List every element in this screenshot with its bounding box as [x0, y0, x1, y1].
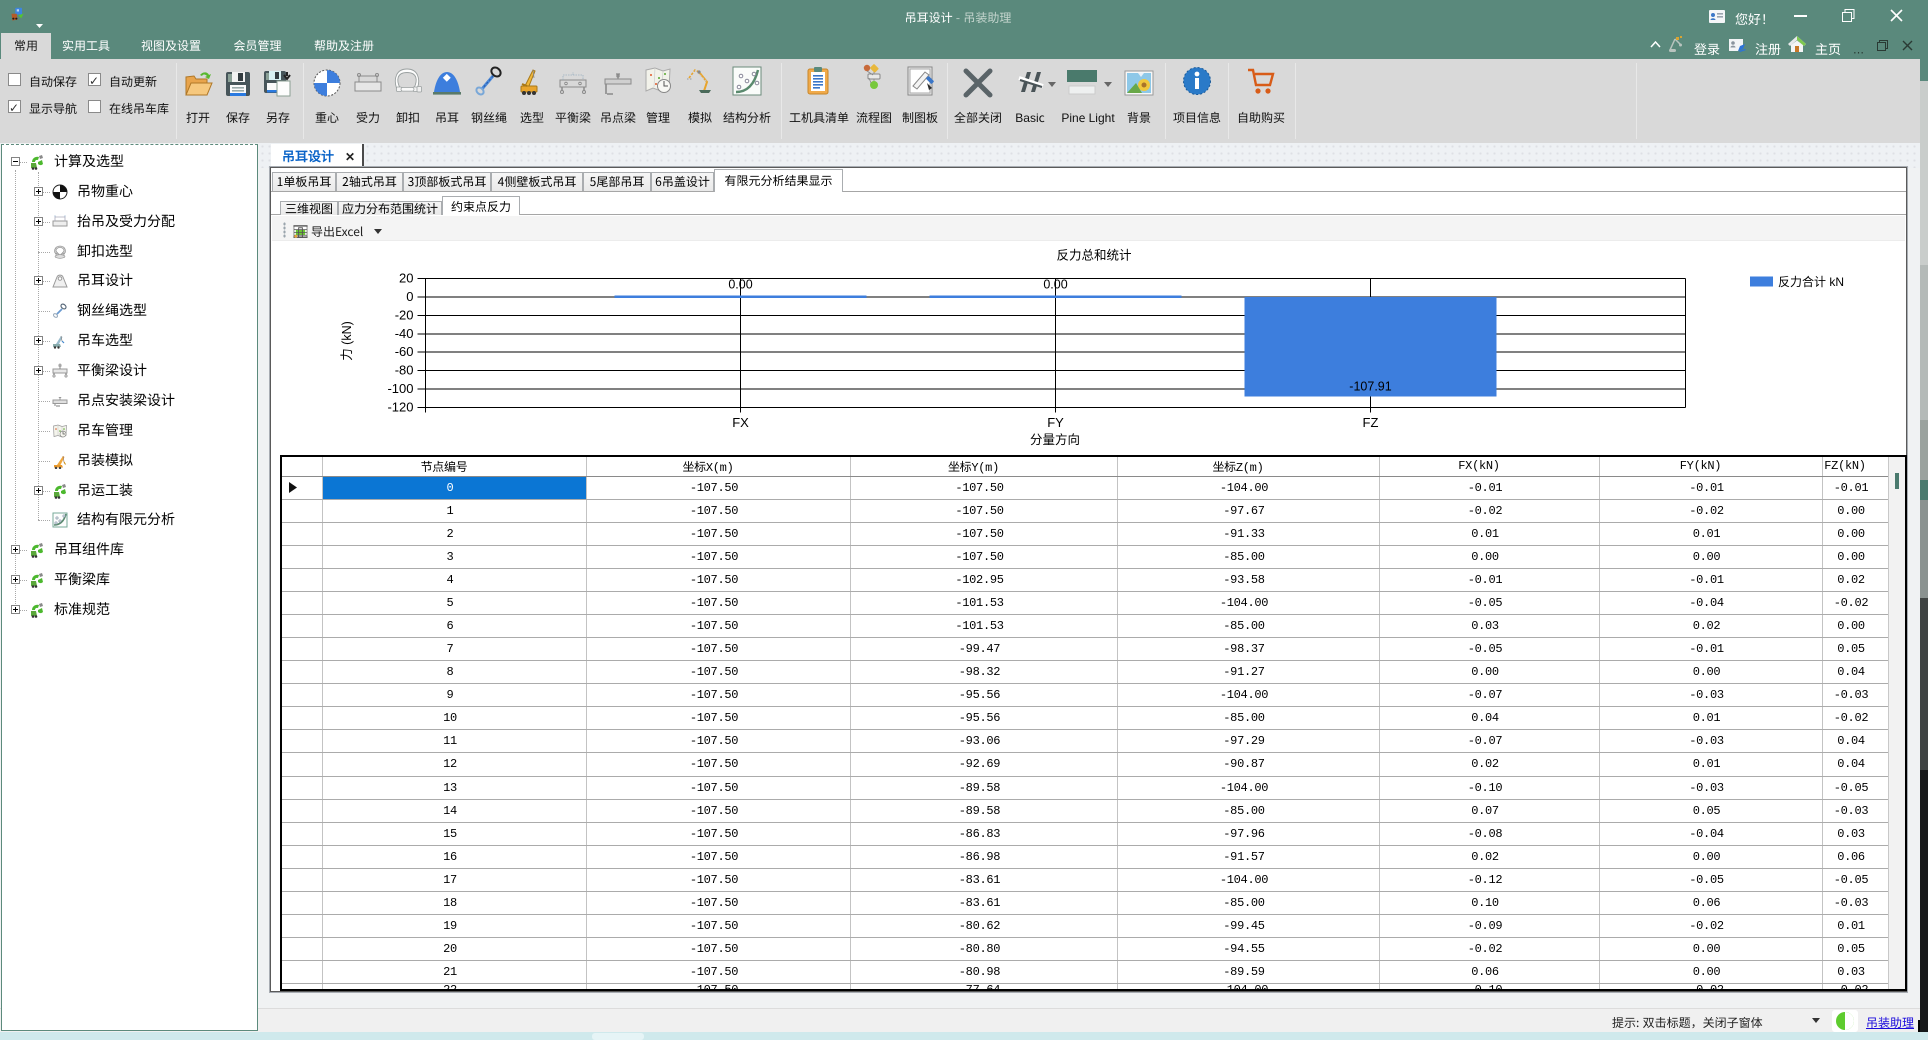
svg-text:-40: -40 [395, 326, 414, 341]
svg-text:反力总和统计: 反力总和统计 [1056, 249, 1131, 263]
svg-text:-107.91: -107.91 [1349, 379, 1391, 393]
svg-text:反力合计 kN: 反力合计 kN [1778, 274, 1844, 289]
svg-text:-20: -20 [395, 307, 414, 322]
svg-text:-100: -100 [387, 381, 413, 396]
svg-text:-80: -80 [395, 363, 414, 378]
svg-text:0: 0 [406, 289, 413, 304]
svg-text:力 (kN): 力 (kN) [340, 321, 354, 361]
svg-text:-120: -120 [387, 400, 413, 415]
svg-text:FZ: FZ [1363, 415, 1379, 430]
svg-text:FX: FX [732, 415, 749, 430]
svg-text:0.00: 0.00 [728, 277, 752, 291]
svg-text:20: 20 [399, 271, 413, 286]
svg-text:0.00: 0.00 [1043, 277, 1067, 291]
svg-text:FY: FY [1047, 415, 1064, 430]
svg-text:分量方向: 分量方向 [1030, 432, 1080, 447]
svg-text:-60: -60 [395, 344, 414, 359]
